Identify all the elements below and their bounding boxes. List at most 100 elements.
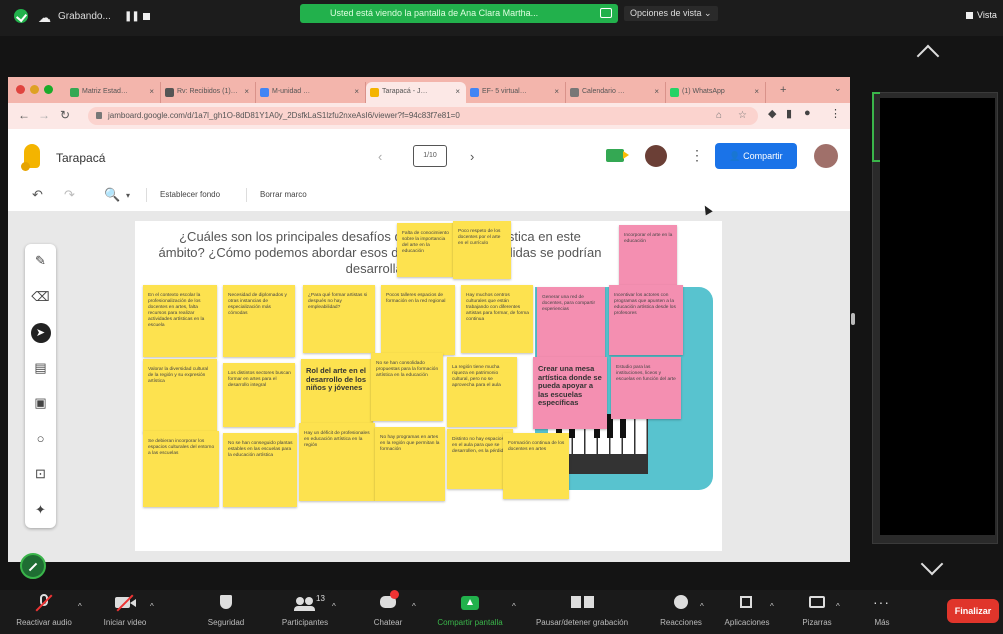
url-field[interactable]: jamboard.google.com/d/1a7l_gh1O-8dD81Y1A…	[88, 107, 758, 125]
close-tab-icon[interactable]: ×	[455, 87, 460, 96]
whiteboards-button[interactable]: Pizarras	[792, 594, 842, 627]
shield-check-icon[interactable]	[14, 9, 28, 23]
clear-frame-button[interactable]: Borrar marco	[260, 190, 307, 199]
sticky-note-icon[interactable]: ▤	[25, 357, 56, 379]
zoom-icon[interactable]: 🔍	[104, 187, 120, 203]
sticky-note[interactable]: Pocos talleres espacios de formación en …	[381, 285, 455, 355]
more-options-icon[interactable]: ⋮	[690, 147, 704, 164]
close-window-icon[interactable]	[16, 85, 25, 94]
sticky-note[interactable]: Crear una mesa artística donde se pueda …	[533, 357, 607, 429]
scroll-up-icon[interactable]	[916, 44, 940, 68]
circle-icon[interactable]: ○	[25, 428, 56, 450]
account-avatar[interactable]	[814, 144, 838, 168]
end-meeting-button[interactable]: Finalizar	[947, 599, 999, 623]
redo-icon[interactable]: ↷	[64, 187, 75, 203]
sticky-note[interactable]: Estudio para las instituciones, liceos y…	[611, 357, 681, 419]
audio-options-icon[interactable]: ^	[78, 602, 82, 611]
jamboard-frame[interactable]: ¿Cuáles son los principales desafíos de …	[135, 221, 722, 551]
frame-indicator[interactable]: 1/10	[413, 145, 447, 167]
apps-button[interactable]: Aplicaciones	[716, 594, 778, 627]
participant-video[interactable]	[880, 98, 995, 535]
reactions-options-icon[interactable]: ^	[700, 602, 704, 611]
sticky-note[interactable]: ¿Para qué formar artistas si después no …	[303, 285, 375, 353]
more-button[interactable]: ··· Más	[862, 594, 902, 627]
unmute-button[interactable]: Reactivar audio	[14, 594, 74, 627]
browser-tab[interactable]: EF- 5 virtual… ×	[466, 82, 566, 103]
close-tab-icon[interactable]: ×	[354, 87, 359, 96]
chevron-down-icon[interactable]: ⌄	[834, 83, 842, 94]
close-tab-icon[interactable]: ×	[754, 87, 759, 96]
sticky-note[interactable]: No se han consolidado propuestas para la…	[371, 353, 443, 421]
minimize-window-icon[interactable]	[30, 85, 39, 94]
jam-title[interactable]: Tarapacá	[56, 151, 105, 165]
sticky-note[interactable]: Se debieran incorporar los espacios cult…	[143, 431, 219, 507]
browser-menu-icon[interactable]: ⋮	[830, 107, 841, 120]
participants-options-icon[interactable]: ^	[332, 602, 336, 611]
next-frame-icon[interactable]: ›	[470, 149, 474, 164]
profile-icon[interactable]: ●	[804, 107, 811, 119]
reload-icon[interactable]: ↻	[60, 108, 70, 122]
sticky-note[interactable]: Hay un déficit de profesionales en educa…	[299, 423, 375, 501]
sticky-note[interactable]: La región tiene mucha riqueza en patrimo…	[447, 357, 517, 427]
share-screen-button[interactable]: Compartir pantalla	[428, 594, 512, 627]
window-icon[interactable]	[600, 8, 612, 18]
close-tab-icon[interactable]: ×	[654, 87, 659, 96]
new-tab-icon[interactable]: +	[780, 84, 786, 96]
eraser-icon[interactable]: ⌫	[25, 286, 56, 308]
share-options-icon[interactable]: ^	[512, 602, 516, 611]
stop-recording-icon[interactable]	[143, 13, 150, 20]
security-button[interactable]: Seguridad	[198, 594, 254, 627]
sticky-note[interactable]: Incorporar el arte en la educación	[619, 225, 677, 285]
video-options-icon[interactable]: ^	[150, 602, 154, 611]
pause-stop-recording-button[interactable]: Pausar/detener grabación	[524, 594, 640, 627]
install-icon[interactable]: ⌂	[716, 110, 722, 121]
close-tab-icon[interactable]: ×	[244, 87, 249, 96]
forward-icon[interactable]: →	[38, 108, 50, 122]
view-button[interactable]: Vista	[966, 10, 997, 20]
apps-options-icon[interactable]: ^	[770, 602, 774, 611]
chat-options-icon[interactable]: ^	[412, 602, 416, 611]
star-icon[interactable]: ☆	[738, 110, 747, 121]
sticky-note[interactable]: Falta de conocimiento sobre la importanc…	[397, 223, 453, 277]
browser-tab-active[interactable]: Tarapacá - J… ×	[366, 82, 466, 103]
sticky-note[interactable]: En el contexto escolar la profesionaliza…	[143, 285, 217, 357]
sticky-note[interactable]: Valorar la diversidad cultural de la reg…	[143, 359, 217, 433]
pause-recording-icon[interactable]: ❚❚	[124, 11, 140, 22]
sticky-note[interactable]: Los distintos sectores buscan formar en …	[223, 363, 295, 427]
sticky-note[interactable]: Hay muchos centros culturales que están …	[461, 285, 533, 353]
scroll-down-icon[interactable]	[920, 552, 944, 576]
meet-icon[interactable]	[606, 149, 629, 162]
annotate-icon[interactable]	[20, 553, 46, 579]
jamboard-logo-icon[interactable]	[21, 144, 40, 171]
start-video-button[interactable]: Iniciar video	[96, 594, 154, 627]
browser-tab[interactable]: Rv: Recibidos (1)… ×	[161, 82, 256, 103]
previous-frame-icon[interactable]: ‹	[378, 149, 382, 164]
view-options-button[interactable]: Opciones de vista ⌄	[624, 6, 718, 21]
undo-icon[interactable]: ↶	[32, 187, 43, 203]
pen-icon[interactable]: ✎	[25, 250, 56, 272]
select-tool-icon[interactable]: ➤	[25, 321, 56, 343]
whiteboards-options-icon[interactable]: ^	[836, 602, 840, 611]
sticky-note[interactable]: No se han conseguido plantas estables en…	[223, 433, 297, 507]
sticky-note[interactable]: Generar una red de docentes, para compar…	[537, 287, 605, 357]
laser-icon[interactable]: ✦	[25, 499, 56, 521]
browser-tab[interactable]: Matriz Estad… ×	[66, 82, 161, 103]
participants-button[interactable]: 13 Participantes	[272, 594, 338, 627]
sticky-note[interactable]: Incentivar los actores con programas que…	[609, 285, 683, 355]
close-tab-icon[interactable]: ×	[149, 87, 154, 96]
browser-tab[interactable]: Calendario … ×	[566, 82, 666, 103]
sticky-note[interactable]: Rol del arte en el desarrollo de los niñ…	[301, 359, 373, 425]
back-icon[interactable]: ←	[18, 108, 30, 122]
panel-resize-handle[interactable]	[851, 313, 855, 325]
zoom-dropdown-icon[interactable]: ▾	[126, 191, 130, 200]
browser-tab[interactable]: M-unidad … ×	[256, 82, 366, 103]
avatar[interactable]	[645, 145, 667, 167]
maximize-window-icon[interactable]	[44, 85, 53, 94]
sticky-note[interactable]: Necesidad de diplomados y otras instanci…	[223, 285, 295, 357]
chat-button[interactable]: Chatear	[362, 590, 414, 627]
browser-tab[interactable]: (1) WhatsApp ×	[666, 82, 766, 103]
set-background-button[interactable]: Establecer fondo	[160, 190, 220, 199]
extension-icon[interactable]: ◆	[768, 107, 776, 120]
share-button[interactable]: 👤 Compartir	[715, 143, 797, 169]
sticky-note[interactable]: No hay programas en artes en la región q…	[375, 427, 445, 501]
